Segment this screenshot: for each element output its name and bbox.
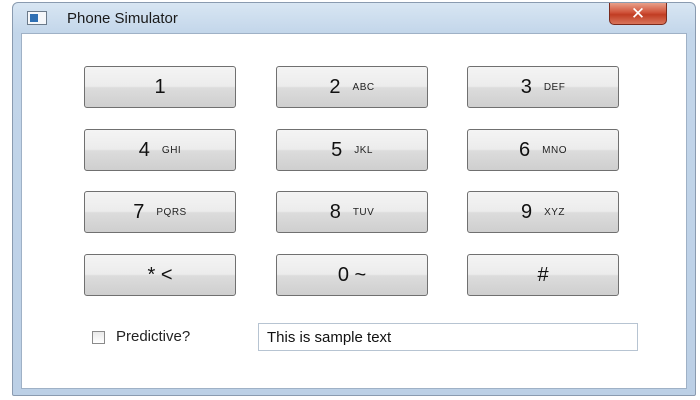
key-letters: GHI — [161, 144, 182, 156]
key-letters: JKL — [354, 144, 373, 156]
key-6[interactable]: 6 MNO — [467, 129, 619, 171]
key-digit: 0 ~ — [337, 263, 367, 286]
window-title: Phone Simulator — [67, 10, 178, 27]
key-3[interactable]: 3 DEF — [467, 66, 619, 108]
app-window-icon — [27, 11, 47, 25]
key-letters: XYZ — [544, 206, 566, 218]
key-letters: ABC — [352, 81, 375, 93]
key-5[interactable]: 5 JKL — [276, 129, 428, 171]
key-0[interactable]: 0 ~ — [276, 254, 428, 296]
predictive-checkbox[interactable] — [92, 331, 105, 344]
text-input[interactable] — [258, 323, 638, 351]
key-1[interactable]: 1 — [84, 66, 236, 108]
key-letters: MNO — [542, 144, 567, 156]
key-7[interactable]: 7 PQRS — [84, 191, 236, 233]
key-9[interactable]: 9 XYZ — [467, 191, 619, 233]
close-icon: ✕ — [630, 3, 646, 23]
key-digit: 3 — [520, 75, 532, 98]
key-digit: 8 — [329, 200, 341, 223]
client-area: 1 2 ABC 3 DEF 4 GHI 5 JKL 6 MNO 7 PQRS 8 — [21, 33, 687, 389]
key-4[interactable]: 4 GHI — [84, 129, 236, 171]
key-2[interactable]: 2 ABC — [276, 66, 428, 108]
key-digit: 1 — [154, 75, 166, 98]
key-digit: 7 — [133, 200, 145, 223]
title-bar[interactable]: Phone Simulator ✕ — [13, 3, 695, 33]
close-button[interactable]: ✕ — [609, 3, 667, 25]
key-digit: 4 — [138, 138, 150, 161]
key-hash[interactable]: # — [467, 254, 619, 296]
key-8[interactable]: 8 TUV — [276, 191, 428, 233]
key-digit: 6 — [519, 138, 531, 161]
key-letters: DEF — [543, 81, 566, 93]
key-digit: # — [537, 263, 549, 286]
key-star[interactable]: * < — [84, 254, 236, 296]
predictive-label: Predictive? — [116, 328, 191, 345]
key-digit: 9 — [520, 200, 533, 223]
key-letters: TUV — [352, 206, 375, 218]
key-digit: * < — [147, 263, 173, 286]
key-digit: 5 — [331, 138, 343, 161]
key-digit: 2 — [329, 75, 341, 98]
key-letters: PQRS — [156, 206, 187, 218]
app-window: Phone Simulator ✕ 1 2 ABC 3 DEF 4 GHI 5 … — [12, 2, 696, 396]
